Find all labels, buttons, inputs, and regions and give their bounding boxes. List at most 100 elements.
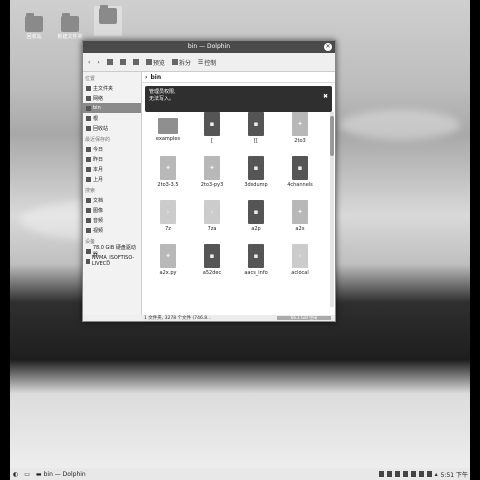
sidebar-item-root[interactable]: 根 bbox=[83, 113, 141, 123]
network-icon[interactable] bbox=[394, 471, 400, 477]
close-notice-icon[interactable]: ✖ bbox=[323, 93, 328, 100]
volume-icon[interactable] bbox=[410, 471, 416, 477]
file-name: a2x.py bbox=[159, 270, 177, 276]
sidebar-item-label: 回收站 bbox=[93, 125, 109, 132]
notice-line: 管理员权限, bbox=[149, 89, 176, 95]
sidebar-item-last-month[interactable]: 上月 bbox=[83, 174, 141, 184]
file-name: 3dsdump bbox=[244, 182, 268, 188]
app-launcher-icon[interactable]: ◐ bbox=[10, 469, 21, 479]
desktop: 回收站 新建文件夹 bin — Dolphin ✕ ‹ › 预览 拆分 ☰ 控制 … bbox=[10, 0, 470, 480]
forward-button[interactable]: › bbox=[95, 58, 101, 67]
file-item[interactable]: ✦ 2to3 bbox=[280, 112, 320, 144]
sidebar-item-label: 网络 bbox=[93, 95, 104, 102]
breadcrumb[interactable]: › bin bbox=[142, 72, 335, 83]
sidebar-item-this-month[interactable]: 本月 bbox=[83, 164, 141, 174]
file-item[interactable]: ✦ a2x.py bbox=[148, 244, 188, 276]
sidebar-item-documents[interactable]: 文档 bbox=[83, 195, 141, 205]
sidebar-item-label: 上月 bbox=[93, 176, 104, 183]
executable-icon: ▪ bbox=[248, 200, 264, 224]
chevron-right-icon: › bbox=[145, 73, 148, 81]
menu-icon: ☰ bbox=[197, 58, 204, 66]
video-icon bbox=[86, 227, 91, 233]
sidebar-item-label: bin bbox=[93, 105, 101, 111]
sidebar-item-cdrom[interactable]: NVMA_ISOFTISO-LIVECD bbox=[83, 255, 141, 267]
back-button[interactable]: ‹ bbox=[86, 58, 92, 67]
file-item[interactable]: › 7z bbox=[148, 200, 188, 232]
python-script-icon: ✦ bbox=[160, 156, 176, 180]
window-title: bin — Dolphin bbox=[187, 43, 231, 50]
usb-icon[interactable] bbox=[386, 471, 392, 477]
file-item[interactable]: ▪ a52dec bbox=[192, 244, 232, 276]
system-tray: ▴ 5:51 下午 bbox=[378, 470, 470, 479]
file-name: examples bbox=[155, 136, 181, 142]
file-grid: examples ▪[▪[[✦ 2to3 ✦ 2to3-3.5 ✦ 2to3-py3 ▪ 3ds… bbox=[148, 112, 325, 313]
icons-view-button[interactable] bbox=[105, 58, 115, 66]
file-item[interactable]: ▪ 4channels bbox=[280, 156, 320, 188]
python-script-icon: ✦ bbox=[204, 156, 220, 180]
show-desktop-icon[interactable]: ▭ bbox=[21, 469, 33, 479]
file-name: a2p bbox=[251, 226, 261, 232]
battery-icon[interactable] bbox=[378, 471, 384, 477]
sidebar-item-network[interactable]: 网络 bbox=[83, 93, 141, 103]
split-button[interactable]: 拆分 bbox=[170, 57, 193, 68]
sidebar-item-label: 今日 bbox=[93, 146, 104, 153]
file-item[interactable]: examples bbox=[148, 112, 188, 142]
list-icon bbox=[119, 59, 126, 65]
notifications-icon[interactable] bbox=[418, 471, 424, 477]
details-view-button[interactable] bbox=[131, 58, 141, 66]
updates-icon[interactable] bbox=[426, 471, 432, 477]
file-item[interactable]: ▪ a2p bbox=[236, 200, 276, 232]
file-item[interactable]: ▪ [[ bbox=[236, 112, 276, 144]
file-name: 2to3-py3 bbox=[200, 182, 224, 188]
executable-icon: ▪ bbox=[248, 244, 264, 268]
desktop-icon-new-folder[interactable]: 新建文件夹 bbox=[56, 13, 84, 40]
folder-icon bbox=[86, 105, 91, 111]
sidebar-item-bin[interactable]: bin bbox=[83, 103, 141, 113]
desktop-icon-home[interactable] bbox=[94, 5, 122, 36]
desktop-icon-trash[interactable]: 回收站 bbox=[20, 13, 48, 40]
places-panel: 位置 主文件夹 网络 bin 根 回收站 最近保存的 今日 昨日 本月 上月 搜… bbox=[83, 72, 142, 315]
file-item[interactable]: ▪ 3dsdump bbox=[236, 156, 276, 188]
text-file-icon: › bbox=[292, 244, 308, 268]
sidebar-item-label: 主文件夹 bbox=[93, 85, 114, 92]
sidebar-item-yesterday[interactable]: 昨日 bbox=[83, 154, 141, 164]
title-bar[interactable]: bin — Dolphin ✕ bbox=[83, 41, 335, 53]
sidebar-item-video[interactable]: 视频 bbox=[83, 225, 141, 235]
sidebar-item-trash[interactable]: 回收站 bbox=[83, 123, 141, 133]
file-item[interactable]: ▪ aacs_info bbox=[236, 244, 276, 276]
clipboard-icon[interactable] bbox=[402, 471, 408, 477]
taskbar-item-dolphin[interactable]: ▬ bin — Dolphin bbox=[33, 469, 89, 479]
sidebar-item-home[interactable]: 主文件夹 bbox=[83, 83, 141, 93]
vertical-scrollbar[interactable] bbox=[330, 112, 334, 307]
toolbar: ‹ › 预览 拆分 ☰ 控制 bbox=[83, 53, 335, 72]
file-item[interactable]: ▪[ bbox=[192, 112, 232, 144]
compact-view-button[interactable] bbox=[118, 58, 128, 66]
preview-button[interactable]: 预览 bbox=[144, 57, 167, 68]
sidebar-item-audio[interactable]: 音频 bbox=[83, 215, 141, 225]
file-item[interactable]: ✦ a2x bbox=[280, 200, 320, 232]
file-view: › bin 管理员权限, 无法写入。 ✖ examples ▪[▪[[✦ 2to3 ✦… bbox=[142, 72, 335, 315]
clock[interactable]: 5:51 下午 bbox=[441, 470, 468, 479]
file-name: 7z bbox=[165, 226, 171, 232]
dolphin-window: bin — Dolphin ✕ ‹ › 预览 拆分 ☰ 控制 位置 主文件夹 网络… bbox=[82, 40, 336, 322]
scrollbar-thumb[interactable] bbox=[330, 116, 334, 156]
control-button[interactable]: ☰ 控制 bbox=[196, 57, 218, 68]
status-bar: 1 文件夹, 3278 个文件 (746.8... 66.1 GiB 空闲 bbox=[142, 315, 335, 321]
file-item[interactable]: › aclocal bbox=[280, 244, 320, 276]
read-only-notice: 管理员权限, 无法写入。 ✖ bbox=[145, 86, 332, 112]
expand-tray-icon[interactable]: ▴ bbox=[435, 471, 438, 478]
sidebar-item-today[interactable]: 今日 bbox=[83, 144, 141, 154]
file-name: 2to3-3.5 bbox=[157, 182, 179, 188]
calendar-icon bbox=[86, 146, 91, 152]
breadcrumb-item[interactable]: bin bbox=[150, 74, 161, 81]
home-folder-icon bbox=[99, 5, 117, 24]
close-icon[interactable]: ✕ bbox=[324, 43, 332, 51]
file-name: [[ bbox=[254, 138, 258, 144]
file-item[interactable]: › 7za bbox=[192, 200, 232, 232]
file-name: [ bbox=[211, 138, 213, 144]
file-item[interactable]: ✦ 2to3-py3 bbox=[192, 156, 232, 188]
file-name: 4channels bbox=[287, 182, 313, 188]
sidebar-item-images[interactable]: 图像 bbox=[83, 205, 141, 215]
file-item[interactable]: ✦ 2to3-3.5 bbox=[148, 156, 188, 188]
text-file-icon: › bbox=[160, 200, 176, 224]
